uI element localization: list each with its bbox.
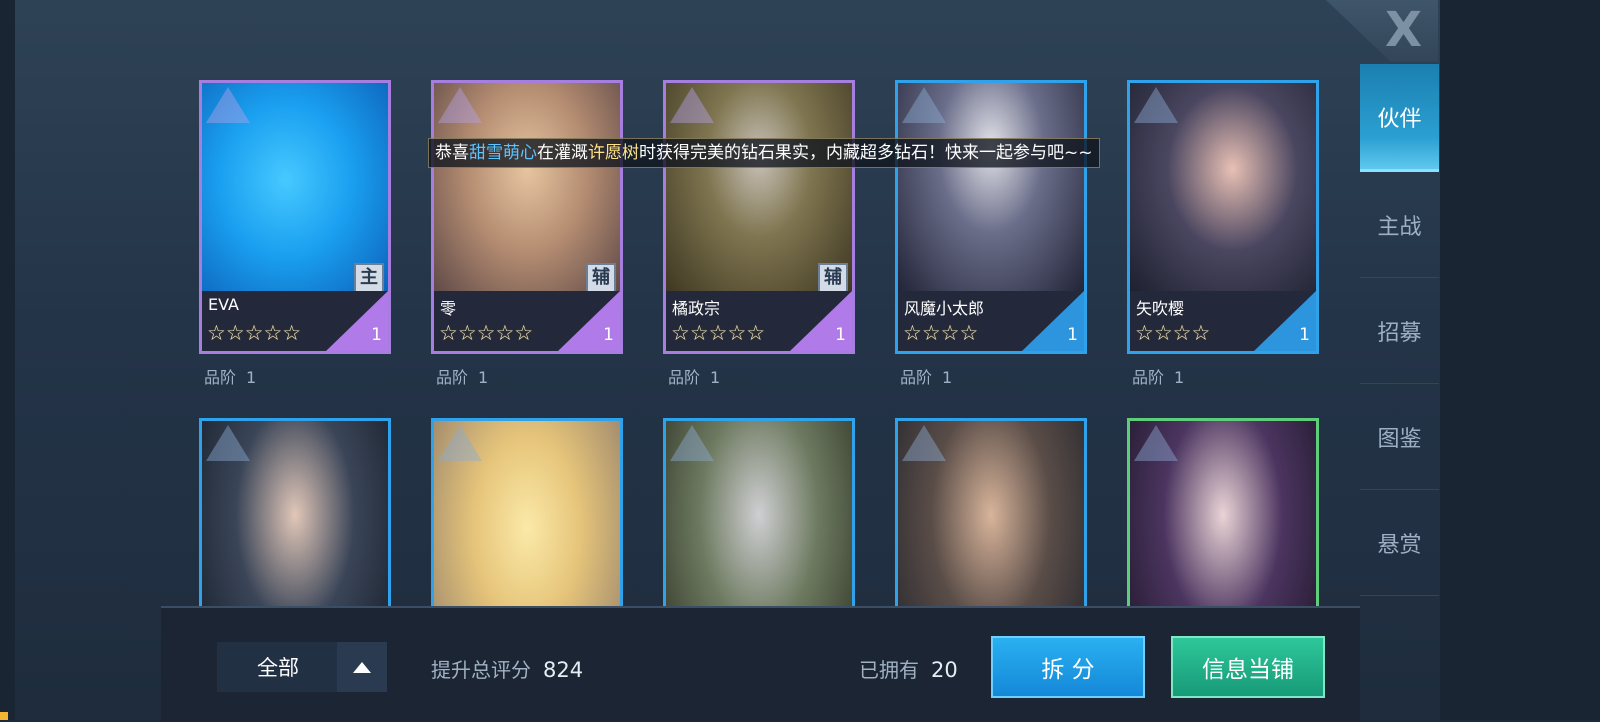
partner-name: 橘政宗: [672, 299, 721, 318]
partner-level: 1: [835, 325, 846, 345]
info-pawnshop-button[interactable]: 信息当铺: [1171, 636, 1325, 698]
owned-count: 已拥有 20: [859, 654, 958, 683]
announcement-banner: 恭喜甜雪萌心在灌溉许愿树时获得完美的钻石果实，内藏超多钻石！快来一起参与吧~~: [428, 138, 1100, 168]
score-value: 824: [543, 658, 584, 682]
grade-label: 品阶: [900, 368, 933, 387]
rank-triangle-icon: [670, 87, 714, 123]
grade-label: 品阶: [204, 368, 237, 387]
partner-name: EVA: [208, 295, 239, 314]
rank-triangle-icon: [438, 425, 482, 461]
rank-triangle-icon: [206, 87, 250, 123]
tab-codex[interactable]: 图鉴: [1360, 384, 1439, 490]
tab-bounty[interactable]: 悬赏: [1360, 490, 1439, 596]
rank-triangle-icon: [1134, 87, 1178, 123]
partner-name: 风魔小太郎: [904, 299, 985, 318]
partner-level: 1: [371, 325, 382, 345]
partner-name: 零: [440, 299, 457, 318]
rank-triangle-icon: [438, 87, 482, 123]
right-margin: [1440, 0, 1600, 720]
tab-main-battle[interactable]: 主战: [1360, 172, 1439, 278]
star-rating: ☆☆☆☆: [903, 321, 979, 345]
grade-eva: 品阶 1: [204, 364, 256, 388]
announcement-place: 许愿树: [588, 143, 639, 163]
partner-card-yabuki[interactable]: 矢吹樱 ☆☆☆☆ 1: [1127, 80, 1319, 354]
filter-dropdown[interactable]: 全部: [217, 642, 339, 692]
rank-triangle-icon: [1134, 425, 1178, 461]
grade-value: 1: [478, 368, 489, 387]
star-rating: ☆☆☆☆☆: [207, 321, 302, 345]
star-rating: ☆☆☆☆☆: [671, 321, 766, 345]
filter-toggle-button[interactable]: [337, 642, 387, 692]
partner-card-eva[interactable]: 主 EVA ☆☆☆☆☆ 1: [199, 80, 391, 354]
grade-value: 1: [1174, 368, 1185, 387]
score-label: 提升总评分: [431, 658, 531, 682]
name-bar: 风魔小太郎 ☆☆☆☆ 1: [898, 291, 1084, 351]
grade-yabuki: 品阶 1: [1132, 364, 1184, 388]
arrow-up-icon: [353, 661, 371, 673]
owned-value: 20: [931, 658, 958, 682]
total-score: 提升总评分 824: [431, 654, 583, 683]
name-bar: 零 ☆☆☆☆☆ 1: [434, 291, 620, 351]
owned-label: 已拥有: [859, 658, 919, 682]
partner-level: 1: [1067, 325, 1078, 345]
role-badge: 辅: [586, 263, 616, 293]
star-rating: ☆☆☆☆: [1135, 321, 1211, 345]
partner-level: 1: [603, 325, 614, 345]
announcement-suffix: 时获得完美的钻石果实，内藏超多钻石！快来一起参与吧~~: [639, 143, 1093, 163]
name-bar: EVA ☆☆☆☆☆ 1: [202, 291, 388, 351]
announcement-prefix: 恭喜: [435, 143, 469, 163]
partner-card-ling[interactable]: 辅 零 ☆☆☆☆☆ 1: [431, 80, 623, 354]
tab-recruit[interactable]: 招募: [1360, 278, 1439, 384]
announcement-middle: 在灌溉: [537, 143, 588, 163]
partner-card-tachibana[interactable]: 辅 橘政宗 ☆☆☆☆☆ 1: [663, 80, 855, 354]
name-bar: 矢吹樱 ☆☆☆☆ 1: [1130, 291, 1316, 351]
grade-value: 1: [942, 368, 953, 387]
grade-label: 品阶: [1132, 368, 1165, 387]
rank-triangle-icon: [902, 87, 946, 123]
role-badge: 辅: [818, 263, 848, 293]
grade-value: 1: [246, 368, 257, 387]
bottom-bar: 全部 提升总评分 824 已拥有 20 拆 分 信息当铺: [161, 606, 1360, 722]
name-bar: 橘政宗 ☆☆☆☆☆ 1: [666, 291, 852, 351]
grade-ling: 品阶 1: [436, 364, 488, 388]
grade-fuma: 品阶 1: [900, 364, 952, 388]
rank-triangle-icon: [902, 425, 946, 461]
grade-tachibana: 品阶 1: [668, 364, 720, 388]
partner-card-fuma[interactable]: 风魔小太郎 ☆☆☆☆ 1: [895, 80, 1087, 354]
partner-name: 矢吹樱: [1136, 299, 1185, 318]
split-button[interactable]: 拆 分: [991, 636, 1145, 698]
rank-triangle-icon: [206, 425, 250, 461]
side-tabs: 伙伴 主战 招募 图鉴 悬赏: [1360, 64, 1439, 596]
announcement-user: 甜雪萌心: [469, 143, 537, 163]
role-badge: 主: [354, 263, 384, 293]
grade-label: 品阶: [436, 368, 469, 387]
close-icon[interactable]: X: [1385, 6, 1422, 54]
partner-level: 1: [1299, 325, 1310, 345]
grade-value: 1: [710, 368, 721, 387]
tab-partner[interactable]: 伙伴: [1360, 64, 1439, 172]
rank-triangle-icon: [670, 425, 714, 461]
grade-label: 品阶: [668, 368, 701, 387]
corner-marker: [0, 712, 8, 720]
star-rating: ☆☆☆☆☆: [439, 321, 534, 345]
